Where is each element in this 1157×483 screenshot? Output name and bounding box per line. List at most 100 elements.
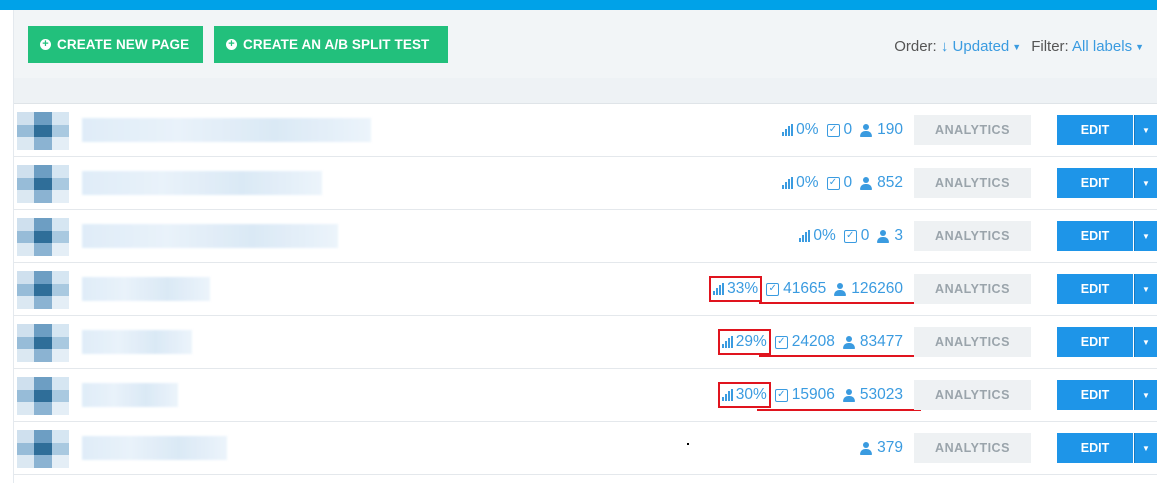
- caret-down-icon: ▼: [1142, 443, 1150, 453]
- analytics-button[interactable]: ANALYTICS: [914, 274, 1031, 304]
- edit-options-button[interactable]: ▼: [1134, 327, 1157, 357]
- order-label: Order:: [894, 38, 937, 55]
- edit-options-button[interactable]: ▼: [1134, 380, 1157, 410]
- page-stats: 30% ✓ 15906 53023: [717, 369, 903, 421]
- conversion-rate-highlighted: 30%: [717, 382, 771, 408]
- user-icon: [842, 388, 855, 402]
- conversion-rate: 0%: [799, 227, 836, 245]
- conversion-rate-highlighted: 33%: [709, 276, 763, 302]
- check-square-icon: ✓: [774, 388, 788, 402]
- conversion-rate-value: 0%: [796, 121, 819, 138]
- page-title-redacted[interactable]: [82, 277, 210, 301]
- user-icon: [860, 441, 873, 455]
- conversions-count: ✓ 0: [826, 174, 853, 192]
- list-item: 0% ✓ 0 852 ANALYTICS EDIT ▼: [14, 157, 1157, 210]
- analytics-button[interactable]: ANALYTICS: [914, 168, 1031, 198]
- order-dropdown[interactable]: ↓ Updated ▼: [941, 38, 1021, 55]
- annotation-underline: [757, 409, 921, 411]
- pages-list: 0% ✓ 0 190 ANALYTICS EDIT ▼ 0% ✓ 0 852 A…: [14, 104, 1157, 475]
- page-thumbnail: [17, 112, 69, 150]
- order-value: ↓ Updated: [940, 38, 1010, 55]
- edit-options-button[interactable]: ▼: [1134, 221, 1157, 251]
- create-new-page-label: CREATE NEW PAGE: [57, 37, 190, 52]
- page-stats: 33% ✓ 41665 126260: [709, 263, 903, 315]
- list-item: 0% ✓ 0 190 ANALYTICS EDIT ▼: [14, 104, 1157, 157]
- filter-dropdown[interactable]: All labels ▼: [1072, 38, 1144, 55]
- edit-button[interactable]: EDIT: [1057, 433, 1133, 463]
- conversions-count: ✓ 24208: [774, 333, 835, 351]
- user-icon: [842, 335, 855, 349]
- pages-panel: + CREATE NEW PAGE + CREATE AN A/B SPLIT …: [13, 10, 1157, 483]
- check-square-icon: ✓: [843, 229, 857, 243]
- analytics-button[interactable]: ANALYTICS: [914, 115, 1031, 145]
- conversions-count: ✓ 15906: [774, 386, 835, 404]
- page-thumbnail: [17, 218, 69, 256]
- analytics-button[interactable]: ANALYTICS: [914, 327, 1031, 357]
- create-ab-test-label: CREATE AN A/B SPLIT TEST: [243, 37, 430, 52]
- user-icon: [860, 176, 873, 190]
- conversion-rate-value: 33%: [727, 280, 759, 297]
- visitors-value: 126260: [851, 280, 903, 297]
- page-title-redacted[interactable]: [82, 383, 178, 407]
- page-stats: 0% ✓ 0 190: [782, 104, 903, 156]
- edit-options-button[interactable]: ▼: [1134, 168, 1157, 198]
- page-title-redacted[interactable]: [82, 224, 338, 248]
- user-icon: [860, 123, 873, 137]
- edit-button[interactable]: EDIT: [1057, 115, 1133, 145]
- page-title-redacted[interactable]: [82, 118, 371, 142]
- edit-options-button[interactable]: ▼: [1134, 115, 1157, 145]
- list-item: 30% ✓ 15906 53023 ANALYTICS EDIT ▼: [14, 369, 1157, 422]
- edit-options-button[interactable]: ▼: [1134, 274, 1157, 304]
- list-item: 29% ✓ 24208 83477 ANALYTICS EDIT ▼: [14, 316, 1157, 369]
- visitors-value: 852: [877, 174, 903, 191]
- edit-button[interactable]: EDIT: [1057, 327, 1133, 357]
- page-thumbnail: [17, 324, 69, 362]
- page-thumbnail: [17, 377, 69, 415]
- conversions-count: ✓ 0: [826, 121, 852, 139]
- bar-chart-icon: [782, 124, 794, 136]
- plus-circle-icon: +: [226, 39, 237, 50]
- visitors-value: 83477: [859, 333, 903, 350]
- analytics-button[interactable]: ANALYTICS: [914, 433, 1031, 463]
- page-title-redacted[interactable]: [82, 330, 192, 354]
- edit-options-button[interactable]: ▼: [1134, 433, 1157, 463]
- check-square-icon: ✓: [774, 335, 788, 349]
- conversions-value: 41665: [783, 280, 827, 297]
- edit-button[interactable]: EDIT: [1057, 221, 1133, 251]
- analytics-button[interactable]: ANALYTICS: [914, 380, 1031, 410]
- visitors-count: 83477: [842, 333, 903, 351]
- user-icon: [877, 229, 890, 243]
- list-item: 379 ANALYTICS EDIT ▼: [14, 422, 1157, 475]
- analytics-button[interactable]: ANALYTICS: [914, 221, 1031, 251]
- check-square-icon: ✓: [766, 282, 780, 296]
- page-stats: 379: [860, 422, 903, 474]
- create-ab-test-button[interactable]: + CREATE AN A/B SPLIT TEST: [214, 26, 448, 63]
- top-accent-bar: [0, 0, 1157, 10]
- filter-label: Filter:: [1031, 38, 1069, 55]
- visitors-count: 852: [860, 174, 903, 192]
- visitors-count: 190: [860, 121, 903, 139]
- caret-down-icon: ▼: [1142, 390, 1150, 400]
- edit-button[interactable]: EDIT: [1057, 274, 1133, 304]
- check-square-icon: ✓: [826, 123, 840, 137]
- page-title-redacted[interactable]: [82, 436, 227, 460]
- visitors-value: 53023: [859, 386, 903, 403]
- annotation-underline: [759, 355, 918, 357]
- visitors-value: 190: [877, 121, 903, 138]
- page-stats: 0% ✓ 0 852: [782, 157, 903, 209]
- toolbar: + CREATE NEW PAGE + CREATE AN A/B SPLIT …: [14, 10, 1157, 79]
- page-title-redacted[interactable]: [82, 171, 322, 195]
- conversion-rate: 0%: [782, 174, 819, 192]
- create-new-page-button[interactable]: + CREATE NEW PAGE: [28, 26, 203, 63]
- edit-button[interactable]: EDIT: [1057, 380, 1133, 410]
- conversions-value: 24208: [791, 333, 835, 350]
- bar-chart-icon: [721, 336, 733, 348]
- filter-value: All labels: [1072, 38, 1133, 55]
- edit-button[interactable]: EDIT: [1057, 168, 1133, 198]
- conversions-value: 0: [843, 174, 853, 191]
- conversions-count: ✓ 0: [843, 227, 869, 245]
- page-thumbnail: [17, 165, 69, 203]
- bar-chart-icon: [799, 230, 811, 242]
- caret-down-icon: ▼: [1012, 42, 1022, 53]
- visitors-count: 126260: [834, 280, 903, 298]
